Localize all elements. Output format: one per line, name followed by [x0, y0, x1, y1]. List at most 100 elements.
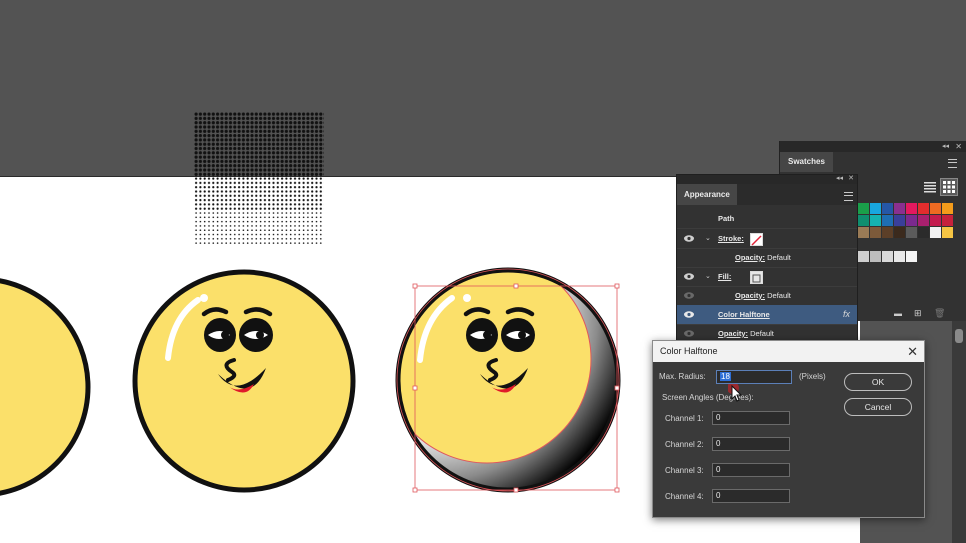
swatch[interactable] — [882, 251, 893, 262]
appearance-row-fill-opacity[interactable]: Opacity: Default — [677, 286, 857, 306]
swatch[interactable] — [870, 215, 881, 226]
close-icon[interactable]: ✕ — [848, 174, 854, 182]
appearance-row-fill[interactable]: ⌄ Fill: — [677, 267, 857, 287]
swatch[interactable] — [906, 215, 917, 226]
appearance-row-stroke-opacity[interactable]: Opacity: Default — [677, 248, 857, 268]
chevron-down-icon[interactable]: ⌄ — [705, 267, 711, 286]
new-swatch-icon[interactable]: ⊞ — [914, 308, 922, 319]
appearance-row-color-halftone[interactable]: Color Halftone fx — [677, 305, 857, 325]
path-label: Path — [718, 214, 735, 223]
dialog-title-bar[interactable]: Color Halftone ✕ — [653, 341, 924, 362]
delete-swatch-icon[interactable]: 🗑 — [934, 308, 945, 319]
swatch[interactable] — [906, 203, 917, 214]
swatch-row — [858, 239, 954, 250]
swatch-row — [858, 251, 954, 262]
smiley-face-left[interactable] — [0, 278, 91, 496]
swatch[interactable] — [942, 227, 953, 238]
stroke-swatch-icon[interactable] — [750, 233, 763, 246]
stroke-label[interactable]: Stroke: — [718, 229, 744, 248]
panel-scrollbar[interactable] — [952, 321, 966, 543]
list-view-icon[interactable] — [924, 180, 936, 193]
swatch[interactable] — [894, 227, 905, 238]
new-group-icon[interactable]: ▬ — [894, 309, 902, 318]
swatch[interactable] — [930, 215, 941, 226]
swatch[interactable] — [918, 203, 929, 214]
pixels-unit-label: (Pixels) — [799, 372, 826, 381]
smiley-face-selected[interactable] — [383, 255, 621, 493]
swatch[interactable] — [894, 251, 905, 262]
eye-icon[interactable] — [684, 292, 694, 299]
opacity-label[interactable]: Opacity: — [735, 253, 765, 262]
channel-3-input[interactable]: 0 — [712, 463, 790, 477]
appearance-panel-header: ◂◂ ✕ — [677, 175, 857, 184]
swatches-tab[interactable]: Swatches — [780, 152, 833, 172]
swatch[interactable] — [942, 203, 953, 214]
channel-2-label: Channel 2: — [665, 440, 704, 449]
appearance-row-path[interactable]: Path — [677, 209, 857, 229]
appearance-tabbar: Appearance — [677, 184, 857, 205]
max-radius-input[interactable]: 18 — [716, 370, 792, 384]
collapse-icon[interactable]: ◂◂ — [942, 141, 949, 152]
opacity-value: Default — [750, 329, 774, 338]
swatch[interactable] — [858, 227, 869, 238]
fill-swatch-icon[interactable] — [750, 271, 763, 284]
swatch[interactable] — [918, 215, 929, 226]
swatch[interactable] — [858, 251, 869, 262]
swatch[interactable] — [882, 215, 893, 226]
swatch-row — [858, 215, 954, 226]
swatch[interactable] — [906, 251, 917, 262]
color-halftone-dialog: Color Halftone ✕ Max. Radius: 18 (Pixels… — [652, 340, 925, 518]
swatch[interactable] — [882, 203, 893, 214]
fill-label[interactable]: Fill: — [718, 267, 731, 286]
collapse-icon[interactable]: ◂◂ — [836, 174, 843, 182]
close-icon[interactable]: ✕ — [955, 141, 962, 152]
opacity-value: Default — [767, 253, 791, 262]
max-radius-label: Max. Radius: — [659, 372, 706, 381]
eye-icon[interactable] — [684, 235, 694, 242]
appearance-row-stroke[interactable]: ⌄ Stroke: — [677, 229, 857, 249]
swatch[interactable] — [870, 251, 881, 262]
chevron-down-icon[interactable]: ⌄ — [705, 229, 711, 248]
swatch-row — [858, 203, 954, 214]
cursor-icon — [728, 384, 742, 402]
dialog-title: Color Halftone — [660, 346, 718, 356]
swatch[interactable] — [882, 227, 893, 238]
color-halftone-effect-link[interactable]: Color Halftone — [718, 305, 770, 324]
swatch[interactable] — [930, 203, 941, 214]
cancel-button[interactable]: Cancel — [844, 398, 912, 416]
channel-1-label: Channel 1: — [665, 414, 704, 423]
eye-icon[interactable] — [684, 330, 694, 337]
appearance-panel: ◂◂ ✕ Appearance Path ⌄ Stroke: Opacity: … — [676, 174, 858, 346]
channel-3-label: Channel 3: — [665, 466, 704, 475]
swatches-panel-header: ◂◂ ✕ — [780, 141, 966, 152]
swatch[interactable] — [870, 203, 881, 214]
swatch[interactable] — [942, 215, 953, 226]
scrollbar-thumb[interactable] — [955, 329, 963, 343]
swatch[interactable] — [858, 203, 869, 214]
smiley-face-halftone[interactable] — [100, 246, 360, 500]
fx-icon[interactable]: fx — [843, 305, 850, 324]
channel-4-label: Channel 4: — [665, 492, 704, 501]
swatch[interactable] — [930, 227, 941, 238]
swatch[interactable] — [858, 215, 869, 226]
swatch[interactable] — [918, 227, 929, 238]
channel-4-input[interactable]: 0 — [712, 489, 790, 503]
channel-1-input[interactable]: 0 — [712, 411, 790, 425]
eye-icon[interactable] — [684, 273, 694, 280]
swatch[interactable] — [870, 227, 881, 238]
swatch[interactable] — [894, 215, 905, 226]
swatches-footer: ▬ ⊞ 🗑 — [848, 307, 966, 321]
eye-icon[interactable] — [684, 311, 694, 318]
opacity-label[interactable]: Opacity: — [735, 291, 765, 300]
panel-menu-icon[interactable] — [948, 159, 957, 168]
panel-menu-icon[interactable] — [844, 192, 853, 201]
opacity-label[interactable]: Opacity: — [718, 329, 748, 338]
swatch[interactable] — [894, 203, 905, 214]
grid-view-icon[interactable] — [940, 178, 958, 196]
appearance-tab[interactable]: Appearance — [677, 184, 737, 205]
ok-button[interactable]: OK — [844, 373, 912, 391]
channel-2-input[interactable]: 0 — [712, 437, 790, 451]
max-radius-value: 18 — [720, 372, 731, 381]
swatch[interactable] — [906, 227, 917, 238]
close-icon[interactable]: ✕ — [907, 341, 918, 362]
